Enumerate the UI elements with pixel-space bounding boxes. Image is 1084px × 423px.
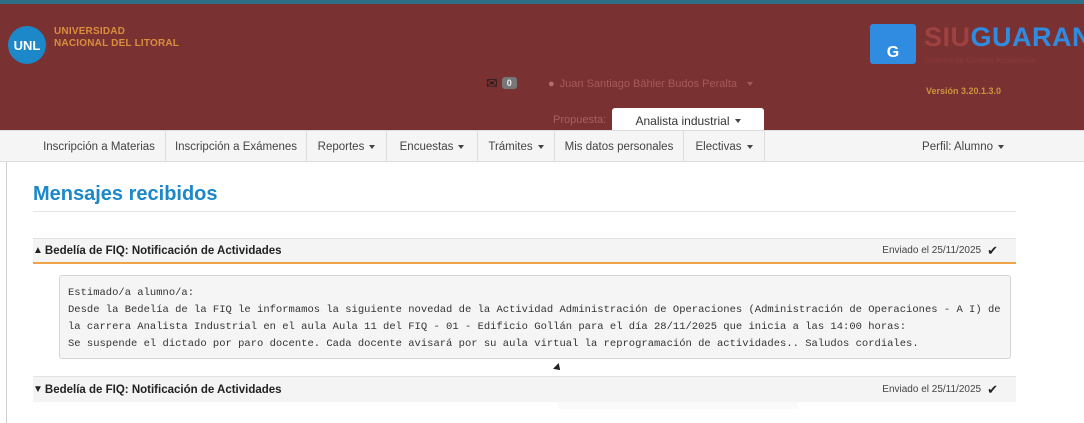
messages-link[interactable]: ✉ 0: [486, 76, 517, 90]
chevron-up-icon: ▲: [33, 245, 43, 256]
message-title-text: Bedelía de FIQ: Notificación de Activida…: [44, 244, 282, 257]
profile-label: Perfil: Alumno: [922, 140, 993, 153]
nav-label: Mis datos personales: [564, 140, 674, 153]
nav-inscripcion-materias[interactable]: Inscripción a Materias: [33, 131, 166, 162]
user-menu[interactable]: ● Juan Santiago Bähler Budos Peralta: [548, 78, 753, 90]
siu-guarani-brand: SIUGUARAN: [924, 22, 1084, 53]
propuesta-label: Propuesta:: [553, 114, 607, 126]
nav-inscripcion-examenes[interactable]: Inscripción a Exámenes: [166, 131, 307, 162]
nav-label: Electivas: [695, 140, 742, 153]
university-name-line2: NACIONAL DEL LITORAL: [54, 38, 180, 49]
nav-mis-datos[interactable]: Mis datos personales: [555, 131, 684, 162]
content-border: [6, 162, 7, 423]
check-icon: ✔: [987, 242, 998, 258]
message-header[interactable]: ▼ Bedelía de FIQ: Notificación de Activi…: [33, 376, 1016, 402]
chevron-down-icon: [369, 144, 376, 149]
chevron-down-icon: [747, 82, 753, 86]
chevron-down-icon: [734, 119, 741, 123]
envelope-icon: ✉: [486, 75, 498, 91]
chevron-down-icon: [998, 144, 1004, 149]
nav-label: Inscripción a Materias: [43, 140, 155, 153]
siu-subtitle: Sistema de Gestión Académica: [924, 56, 1036, 65]
chevron-down-icon: [537, 144, 544, 149]
nav-electivas[interactable]: Electivas: [684, 131, 765, 162]
chevron-down-icon: ▼: [33, 384, 43, 395]
mouse-cursor-icon: [553, 363, 563, 373]
page-title: Mensajes recibidos: [33, 183, 218, 205]
user-icon: ●: [548, 78, 555, 90]
message-date-text: Enviado el 25/11/2025: [882, 384, 982, 395]
chevron-down-icon: [458, 144, 465, 149]
message-title: ▼ Bedelía de FIQ: Notificación de Activi…: [33, 384, 282, 396]
mail-count-badge: 0: [501, 77, 517, 89]
message-date: Enviado el 25/11/2025 ✔: [882, 243, 998, 259]
message-body: Estimado/a alumno/a: Desde la Bedelía de…: [59, 275, 1011, 359]
siu-logo: G: [870, 24, 916, 64]
message-date: Enviado el 25/11/2025 ✔: [882, 382, 998, 398]
message-title-text: Bedelía de FIQ: Notificación de Activida…: [44, 383, 282, 396]
propuesta-value: Analista industrial: [635, 114, 730, 128]
nav-label: Reportes: [317, 140, 365, 153]
message-date-text: Enviado el 25/11/2025: [882, 245, 982, 256]
nav-label: Trámites: [488, 140, 533, 153]
chevron-down-icon: [746, 144, 753, 149]
university-name: UNIVERSIDAD NACIONAL DEL LITORAL: [54, 26, 179, 50]
nav-label: Encuestas: [399, 140, 454, 153]
message-header[interactable]: ▲ Bedelía de FIQ: Notificación de Activi…: [33, 238, 1016, 264]
title-divider: [33, 211, 1016, 212]
main-navbar: Inscripción a Materias Inscripción a Exá…: [0, 130, 1084, 162]
nav-label: Inscripción a Exámenes: [174, 140, 298, 153]
nav-reportes[interactable]: Reportes: [307, 131, 387, 162]
user-name: Juan Santiago Bähler Budos Peralta: [559, 78, 737, 90]
version-label: Versión 3.20.1.3.0: [926, 86, 1002, 96]
header: UNL UNIVERSIDAD NACIONAL DEL LITORAL ✉ 0…: [0, 4, 1084, 134]
unl-logo[interactable]: UNL: [8, 26, 46, 64]
profile-menu[interactable]: Perfil: Alumno: [922, 131, 1004, 162]
university-name-line1: UNIVERSIDAD: [54, 26, 126, 37]
nav-encuestas[interactable]: Encuestas: [387, 131, 478, 162]
check-icon: ✔: [987, 381, 998, 397]
message-title: ▲ Bedelía de FIQ: Notificación de Activi…: [33, 245, 282, 257]
siu-brand-part2: GUARAN: [970, 22, 1084, 52]
siu-brand-part1: SIU: [924, 22, 971, 52]
nav-tramites[interactable]: Trámites: [478, 131, 555, 162]
